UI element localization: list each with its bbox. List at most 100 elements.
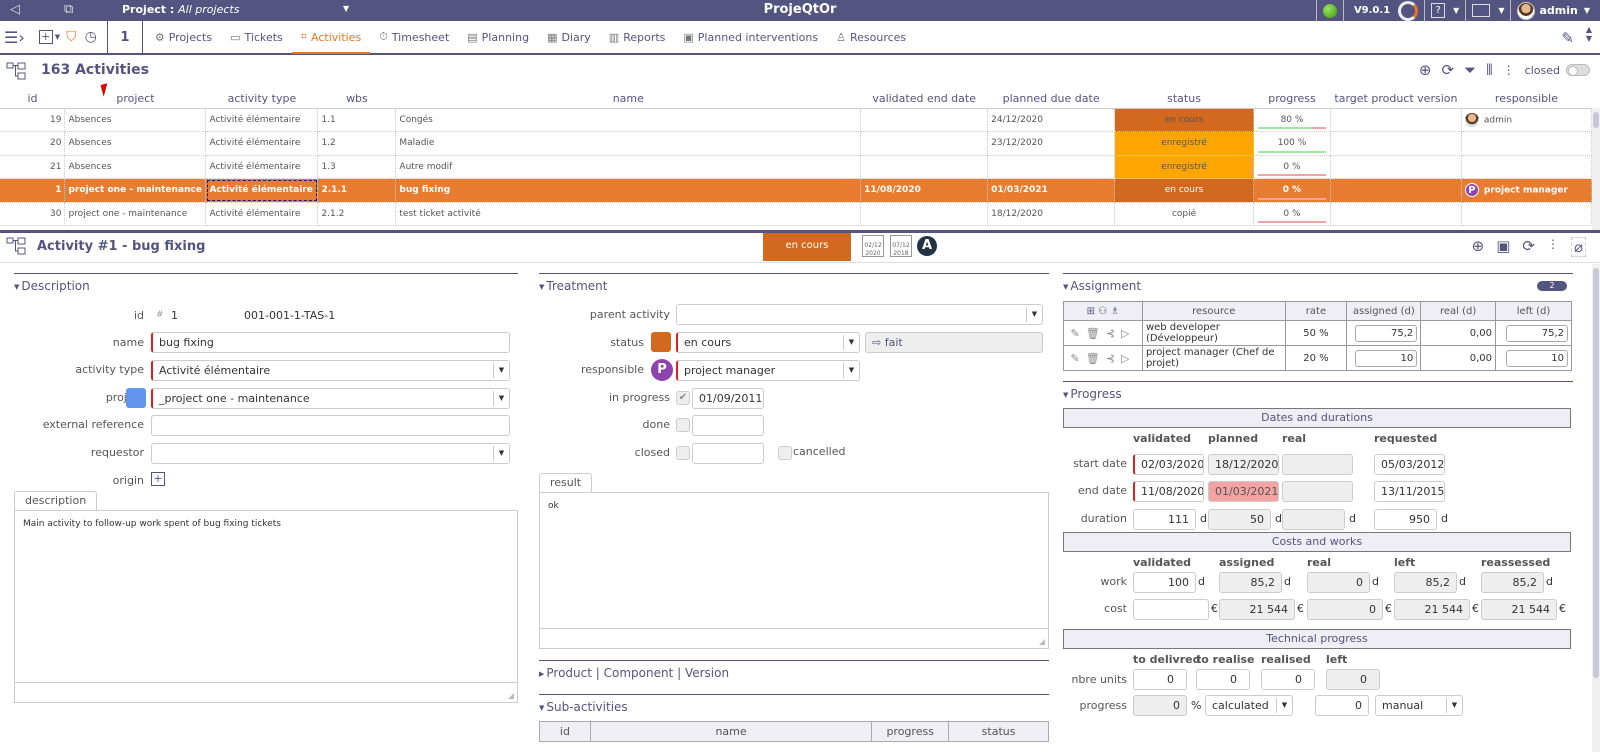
sub-column-header-id[interactable]: id bbox=[539, 721, 591, 742]
chevron-down-icon[interactable]: ▼ bbox=[1276, 698, 1292, 713]
description-section-title[interactable]: ▼ Description bbox=[14, 273, 518, 297]
duration-validated-input[interactable]: 111 bbox=[1133, 509, 1196, 530]
assignment-section-title[interactable]: ▼ Assignment bbox=[1063, 273, 1573, 297]
collapse-menu-icon[interactable]: ◁ bbox=[10, 2, 20, 17]
column-header-name[interactable]: name bbox=[395, 90, 861, 109]
chevron-down-icon[interactable]: ▼ bbox=[1026, 307, 1042, 322]
project-selector[interactable]: Project : All projects bbox=[122, 3, 239, 16]
start-requested-input[interactable]: 05/03/2012 bbox=[1374, 454, 1445, 475]
next-status-button[interactable]: ⇨ fait bbox=[865, 332, 1043, 353]
counter[interactable]: 1 bbox=[108, 30, 142, 45]
sub-column-header-progress[interactable]: progress bbox=[871, 721, 950, 742]
in-progress-checkbox[interactable]: ✔ bbox=[676, 391, 690, 405]
user-name[interactable]: admin bbox=[1539, 4, 1577, 17]
activity-type-select[interactable]: Activité élémentaire ▼ bbox=[151, 360, 510, 381]
attachment-icon[interactable]: ⌀ bbox=[1570, 237, 1586, 257]
result-editor[interactable]: ok bbox=[539, 492, 1049, 649]
closed-date-input[interactable] bbox=[692, 443, 764, 464]
new-item-icon[interactable]: ⊕ bbox=[1472, 237, 1485, 257]
closed-checkbox[interactable] bbox=[676, 446, 690, 460]
detail-scrollbar[interactable] bbox=[1592, 264, 1600, 752]
new-item-caret-icon[interactable]: ▼ bbox=[53, 33, 62, 41]
tab-planned-interventions[interactable]: ▣ Planned interventions bbox=[674, 20, 827, 54]
add-origin-button[interactable]: + bbox=[151, 472, 165, 486]
resize-grip-icon[interactable] bbox=[508, 693, 514, 699]
project-dropdown-caret-icon[interactable]: ▼ bbox=[343, 4, 349, 13]
projeqtor-logo-icon[interactable] bbox=[1398, 0, 1419, 21]
tab-activities[interactable]: ⌗ Activities bbox=[291, 22, 371, 54]
description-tab[interactable]: description bbox=[14, 491, 98, 510]
units-to_deliver-input[interactable]: 0 bbox=[1133, 669, 1187, 690]
left-input[interactable]: 75,2 bbox=[1506, 324, 1568, 342]
expand-icon[interactable]: ▷ bbox=[1121, 352, 1135, 365]
column-header-validated-end-date[interactable]: validated end date bbox=[860, 90, 988, 109]
tab-resources[interactable]: ♙ Resources bbox=[827, 20, 915, 54]
chevron-down-icon[interactable]: ▼ bbox=[1446, 698, 1462, 713]
in-progress-date-input[interactable]: 01/09/2011 bbox=[692, 388, 764, 409]
bookmark-icon[interactable]: ⛉ bbox=[62, 29, 81, 45]
table-row[interactable]: 30 project one - maintenance Activité élém… bbox=[0, 202, 1593, 226]
column-header-status[interactable]: status bbox=[1114, 90, 1254, 109]
done-date-input[interactable] bbox=[692, 415, 764, 436]
refresh-icon[interactable]: ⟳ bbox=[1441, 61, 1454, 79]
edit-menu-icon[interactable]: ✎ bbox=[1561, 29, 1574, 47]
refresh-icon[interactable]: ⟳ bbox=[1522, 237, 1535, 257]
menu-toggle-icon[interactable]: ☰› bbox=[0, 28, 29, 47]
column-header-responsible[interactable]: responsible bbox=[1461, 90, 1592, 109]
end-requested-input[interactable]: 13/11/2015 bbox=[1374, 481, 1445, 502]
assigned-input[interactable]: 10 bbox=[1355, 349, 1418, 367]
responsible-select[interactable]: project manager ▼ bbox=[676, 360, 860, 381]
description-editor[interactable]: Main activity to follow-up work spent of… bbox=[14, 510, 518, 703]
expand-icon[interactable]: ▷ bbox=[1121, 327, 1135, 340]
column-header-wbs[interactable]: wbs bbox=[317, 90, 396, 109]
screen-layout-icon[interactable] bbox=[1472, 4, 1491, 17]
table-row[interactable]: 1 project one - maintenance Activité éléme… bbox=[0, 178, 1593, 203]
add-assignment-icon[interactable]: ⊞ bbox=[1087, 306, 1095, 317]
requestor-select[interactable]: ▼ bbox=[151, 443, 510, 464]
save-icon[interactable]: ▣ bbox=[1496, 237, 1510, 257]
done-checkbox[interactable] bbox=[676, 418, 690, 432]
column-header-project[interactable]: project bbox=[64, 90, 206, 109]
column-header-id[interactable]: id bbox=[0, 90, 65, 109]
table-row[interactable]: 21 Absences Activité élémentaire 1.3 Autre m… bbox=[0, 155, 1593, 179]
name-input[interactable]: bug fixing bbox=[151, 332, 510, 353]
columns-icon[interactable]: ⦀ bbox=[1486, 61, 1493, 79]
tab-planning[interactable]: ▤ Planning bbox=[458, 20, 538, 54]
project-select[interactable]: _project one - maintenance ▼ bbox=[151, 388, 510, 409]
windows-icon[interactable]: ⧉ bbox=[64, 2, 73, 17]
units-to_realise-input[interactable]: 0 bbox=[1196, 669, 1250, 690]
chevron-down-icon[interactable]: ▼ bbox=[493, 446, 509, 461]
scroll-arrows-icon[interactable]: ▲ ▼ bbox=[1586, 25, 1592, 43]
end-validated-input[interactable]: 11/08/2020 bbox=[1133, 481, 1204, 502]
sub-column-header-name[interactable]: name bbox=[589, 721, 873, 742]
units-realised-input[interactable]: 0 bbox=[1261, 669, 1315, 690]
parent-activity-select[interactable]: ▼ bbox=[676, 304, 1043, 325]
status-select[interactable]: en cours ▼ bbox=[676, 332, 860, 353]
progress-mode-select[interactable]: calculated ▼ bbox=[1205, 695, 1293, 716]
history-icon[interactable]: ◷ bbox=[81, 29, 101, 45]
split-icon[interactable]: ⊰ bbox=[1106, 352, 1121, 365]
work-validated-input[interactable]: 100 bbox=[1133, 572, 1196, 593]
help-caret-icon[interactable]: ▼ bbox=[1453, 6, 1459, 15]
product-component-version-section-title[interactable]: ▶ Product | Component | Version bbox=[539, 660, 1049, 684]
new-activity-icon[interactable]: ⊕ bbox=[1419, 61, 1432, 79]
progress-section-title[interactable]: ▼ Progress bbox=[1063, 381, 1573, 405]
sub-activities-section-title[interactable]: ▼ Sub-activities bbox=[539, 694, 1049, 718]
column-header-progress[interactable]: progress bbox=[1253, 90, 1331, 109]
result-tab[interactable]: result bbox=[539, 473, 593, 492]
list-scrollbar[interactable] bbox=[1592, 108, 1600, 230]
sub-column-header-status[interactable]: status bbox=[948, 721, 1049, 742]
table-row[interactable]: 19 Absences Activité élémentaire 1.1 Congés 2… bbox=[0, 108, 1593, 132]
add-team-icon[interactable]: ⚇ bbox=[1098, 306, 1107, 317]
progress-manual-input[interactable]: 0 bbox=[1315, 695, 1369, 716]
tab-projects[interactable]: ⚙ Projects bbox=[146, 20, 221, 54]
cost-validated-input[interactable] bbox=[1133, 599, 1209, 620]
chevron-down-icon[interactable]: ▼ bbox=[493, 363, 509, 378]
tab-timesheet[interactable]: ⏱ Timesheet bbox=[370, 20, 458, 54]
resize-grip-icon[interactable] bbox=[1039, 639, 1045, 645]
left-input[interactable]: 10 bbox=[1506, 349, 1568, 367]
user-avatar[interactable] bbox=[1517, 1, 1536, 20]
progress-manual-mode-select[interactable]: manual ▼ bbox=[1375, 695, 1463, 716]
column-header-activity-type[interactable]: activity type bbox=[205, 90, 318, 109]
delete-icon[interactable]: 🗑 bbox=[1086, 352, 1106, 365]
